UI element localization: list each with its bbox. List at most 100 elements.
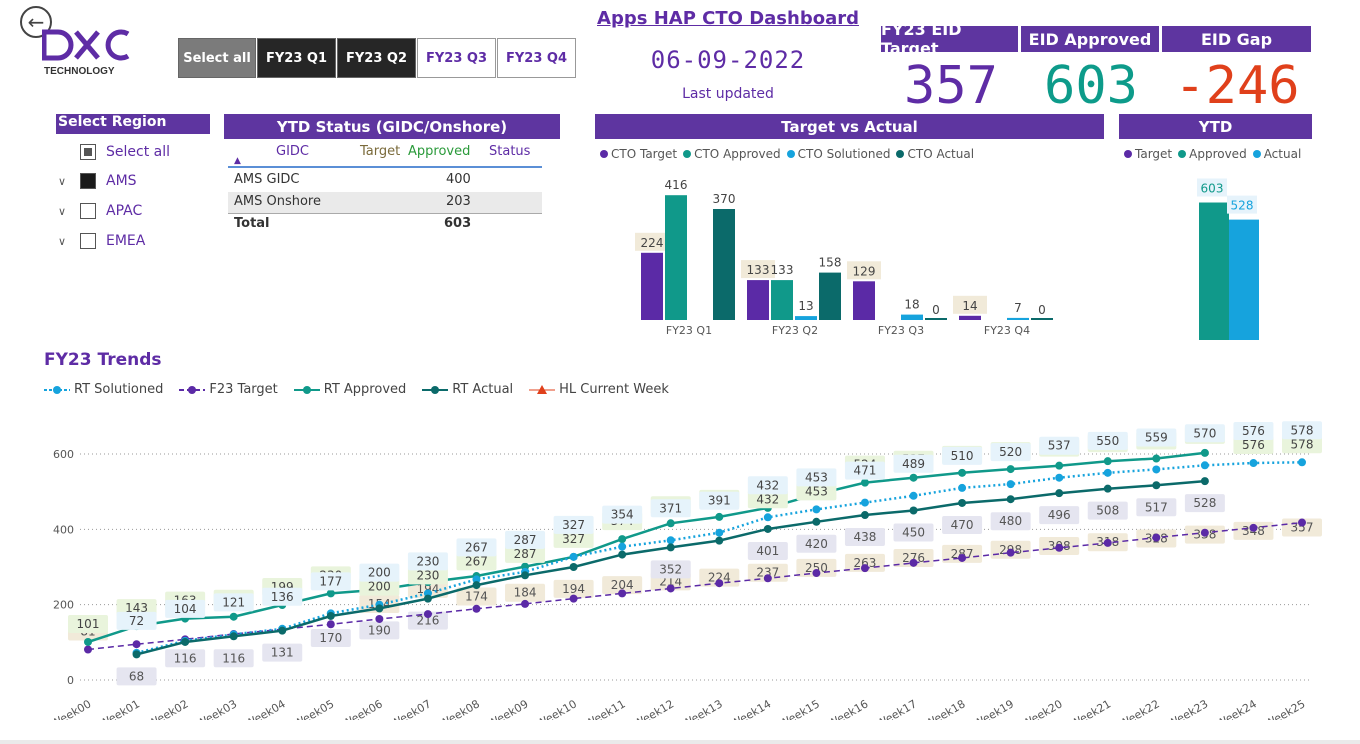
data-point[interactable]	[958, 468, 967, 477]
checkbox-icon[interactable]	[80, 203, 96, 219]
data-point[interactable]	[569, 594, 578, 603]
data-point[interactable]	[666, 536, 675, 545]
data-point[interactable]	[1200, 477, 1209, 486]
data-point[interactable]	[1152, 481, 1161, 490]
data-point[interactable]	[472, 604, 481, 613]
data-point[interactable]	[1249, 459, 1258, 468]
col-target[interactable]: Target	[360, 144, 400, 159]
checkbox-checked-icon[interactable]	[80, 173, 96, 189]
data-point[interactable]	[132, 650, 141, 659]
data-point[interactable]	[1006, 495, 1015, 504]
legend-item[interactable]: RT Solutioned	[44, 382, 163, 397]
bar-cto-approved[interactable]	[771, 280, 793, 320]
region-item-ams[interactable]: ∨ AMS	[58, 169, 137, 193]
legend-item[interactable]: RT Approved	[293, 382, 406, 397]
data-point[interactable]	[84, 645, 92, 654]
data-point[interactable]	[132, 640, 141, 649]
data-point[interactable]	[1006, 465, 1015, 474]
slicer-select-all[interactable]: Select all	[178, 38, 256, 78]
bar-approved[interactable]	[1199, 202, 1229, 340]
data-point[interactable]	[278, 626, 287, 635]
data-point[interactable]	[763, 574, 772, 583]
data-point[interactable]	[909, 506, 918, 515]
data-point[interactable]	[521, 599, 530, 608]
bar-cto-target[interactable]	[959, 315, 981, 320]
data-point[interactable]	[1200, 461, 1209, 470]
bar-cto-solutioned[interactable]	[1007, 317, 1029, 320]
data-point[interactable]	[909, 491, 918, 500]
data-point[interactable]	[472, 581, 481, 590]
bar-cto-target[interactable]	[641, 252, 663, 320]
bar-cto-actual[interactable]	[1031, 318, 1053, 320]
data-point[interactable]	[958, 553, 967, 562]
data-point[interactable]	[1200, 528, 1209, 537]
legend-item[interactable]: CTO Target	[600, 147, 677, 161]
slicer-fy23-q1[interactable]: FY23 Q1	[257, 38, 336, 78]
data-point[interactable]	[375, 604, 384, 613]
data-point[interactable]	[860, 564, 869, 573]
legend-item[interactable]: Actual	[1252, 147, 1301, 161]
legend-item[interactable]: CTO Solutioned	[786, 147, 890, 161]
data-point[interactable]	[569, 552, 578, 561]
bar-cto-approved[interactable]	[665, 195, 687, 320]
bar-cto-actual[interactable]	[713, 209, 735, 320]
data-point[interactable]	[1055, 489, 1064, 498]
data-point[interactable]	[958, 498, 967, 507]
bar-cto-actual[interactable]	[925, 318, 947, 320]
bar-cto-target[interactable]	[853, 281, 875, 320]
legend-item[interactable]: F23 Target	[179, 382, 278, 397]
data-point[interactable]	[181, 637, 190, 646]
data-point[interactable]	[909, 558, 918, 567]
slicer-fy23-q3[interactable]: FY23 Q3	[417, 38, 496, 78]
legend-item[interactable]: HL Current Week	[529, 382, 669, 397]
data-point[interactable]	[763, 524, 772, 533]
col-approved[interactable]: Approved	[408, 144, 470, 159]
data-point[interactable]	[1055, 473, 1064, 482]
data-point[interactable]	[1006, 480, 1015, 489]
data-point[interactable]	[1298, 518, 1306, 527]
data-point[interactable]	[618, 535, 627, 544]
data-point[interactable]	[860, 511, 869, 520]
data-point[interactable]	[860, 498, 869, 507]
data-point[interactable]	[1006, 548, 1015, 557]
data-point[interactable]	[715, 512, 724, 521]
data-point[interactable]	[1103, 457, 1112, 466]
data-point[interactable]	[1200, 448, 1209, 457]
legend-item[interactable]: CTO Approved	[683, 147, 781, 161]
data-point[interactable]	[1055, 543, 1064, 552]
col-status[interactable]: Status	[489, 144, 530, 159]
data-point[interactable]	[666, 584, 675, 593]
region-item-apac[interactable]: ∨ APAC	[58, 199, 142, 223]
data-point[interactable]	[1298, 458, 1306, 467]
data-point[interactable]	[812, 505, 821, 514]
data-point[interactable]	[1152, 454, 1161, 463]
sort-ascending-icon[interactable]: ▲	[234, 156, 241, 166]
data-point[interactable]	[423, 594, 432, 603]
legend-item[interactable]: Target	[1124, 147, 1172, 161]
region-item-emea[interactable]: ∨ EMEA	[58, 229, 145, 253]
data-point[interactable]	[618, 589, 627, 598]
data-point[interactable]	[326, 611, 335, 620]
data-point[interactable]	[812, 517, 821, 526]
data-point[interactable]	[958, 483, 967, 492]
data-point[interactable]	[618, 542, 627, 551]
legend-item[interactable]: Approved	[1178, 147, 1247, 161]
chevron-down-icon[interactable]: ∨	[58, 235, 80, 248]
region-select-all[interactable]: Select all	[58, 140, 170, 164]
data-point[interactable]	[860, 478, 869, 487]
data-point[interactable]	[1103, 538, 1112, 547]
legend-item[interactable]: CTO Actual	[896, 147, 974, 161]
data-point[interactable]	[326, 589, 335, 598]
data-point[interactable]	[521, 571, 530, 580]
checkbox-partial-icon[interactable]	[80, 144, 96, 160]
data-point[interactable]	[1103, 484, 1112, 493]
data-point[interactable]	[1055, 461, 1064, 470]
data-point[interactable]	[715, 528, 724, 537]
bar-cto-solutioned[interactable]	[795, 316, 817, 320]
data-point[interactable]	[1249, 523, 1258, 532]
checkbox-icon[interactable]	[80, 233, 96, 249]
data-point[interactable]	[909, 473, 918, 482]
data-point[interactable]	[715, 536, 724, 545]
bar-actual[interactable]	[1229, 219, 1259, 340]
data-point[interactable]	[812, 569, 821, 578]
